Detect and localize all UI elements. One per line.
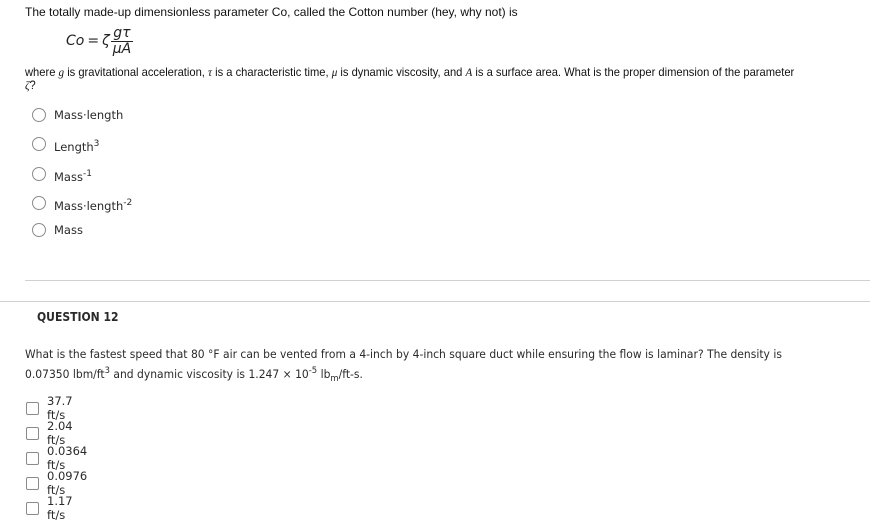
radio-option[interactable]: Mass·length bbox=[32, 108, 123, 122]
radio-button[interactable] bbox=[32, 167, 46, 181]
desc-text: is gravitational acceleration, bbox=[64, 65, 209, 79]
cotton-number-formula: Co = ζ gτ μA bbox=[66, 22, 134, 60]
unit-base: lb bbox=[317, 367, 331, 381]
radio-option[interactable]: Length 3 bbox=[32, 134, 99, 154]
formula-coefficient: ζ bbox=[102, 33, 110, 49]
option-label: 0.0364 ft/s bbox=[47, 444, 88, 472]
option-label: Length bbox=[54, 140, 94, 154]
radio-option[interactable]: Mass·length -2 bbox=[32, 193, 132, 213]
question-12-title: QUESTION 12 bbox=[37, 310, 119, 324]
radio-button[interactable] bbox=[32, 223, 46, 237]
option-label: Mass bbox=[54, 223, 83, 237]
radio-button[interactable] bbox=[32, 108, 46, 122]
checkbox[interactable] bbox=[26, 501, 39, 515]
option-label: 37.7 ft/s bbox=[47, 394, 73, 422]
option-exponent: 3 bbox=[93, 139, 100, 149]
radio-option[interactable]: Mass bbox=[32, 223, 83, 237]
desc-text: is dynamic viscosity, and bbox=[337, 65, 466, 79]
formula-lhs: Co bbox=[66, 33, 85, 49]
desc-text: where bbox=[25, 65, 59, 79]
option-label: 2.04 ft/s bbox=[47, 419, 73, 447]
desc-text: is a surface area. What is the proper di… bbox=[472, 65, 795, 79]
option-label: 1.17 ft/s bbox=[47, 494, 73, 522]
desc-text: ? bbox=[29, 78, 36, 92]
option-label: Mass bbox=[54, 170, 83, 184]
checkbox-option[interactable]: 0.0364 ft/s bbox=[26, 444, 87, 472]
checkbox[interactable] bbox=[26, 451, 39, 465]
viscosity-text: and dynamic viscosity is 1.247 × 10 bbox=[109, 367, 309, 381]
question-11-intro: The totally made-up dimensionless parame… bbox=[25, 5, 518, 19]
question-12-line-2: 0.07350 lbm/ft3 and dynamic viscosity is… bbox=[25, 363, 867, 388]
formula-numerator: gτ bbox=[113, 24, 131, 41]
question-12-text: What is the fastest speed that 80 °F air… bbox=[25, 346, 867, 388]
checkbox-option[interactable]: 2.04 ft/s bbox=[26, 419, 73, 447]
checkbox[interactable] bbox=[26, 476, 39, 490]
checkbox-option[interactable]: 37.7 ft/s bbox=[26, 394, 73, 422]
question-divider bbox=[0, 301, 870, 302]
option-label: 0.0976 ft/s bbox=[47, 469, 88, 497]
option-label: Mass·length bbox=[54, 199, 124, 213]
checkbox[interactable] bbox=[26, 426, 39, 440]
radio-button[interactable] bbox=[32, 137, 46, 151]
checkbox-option[interactable]: 0.0976 ft/s bbox=[26, 469, 87, 497]
option-exponent: -1 bbox=[82, 169, 92, 179]
option-exponent: -2 bbox=[123, 198, 133, 208]
density-value: 0.07350 lbm/ft bbox=[25, 367, 105, 381]
checkbox[interactable] bbox=[26, 401, 39, 415]
answer-divider bbox=[25, 280, 870, 281]
unit-tail: /ft-s. bbox=[338, 367, 363, 381]
checkbox-option[interactable]: 1.17 ft/s bbox=[26, 494, 73, 522]
radio-button[interactable] bbox=[32, 196, 46, 210]
question-12-line-1: What is the fastest speed that 80 °F air… bbox=[25, 347, 782, 361]
radio-option[interactable]: Mass -1 bbox=[32, 164, 92, 184]
symbol-a: A bbox=[465, 65, 473, 79]
formula-fraction: gτ μA bbox=[110, 24, 134, 57]
desc-text: is a characteristic time, bbox=[212, 65, 332, 79]
formula-denominator: μA bbox=[112, 40, 132, 57]
question-11-description: where g is gravitational acceleration, τ… bbox=[25, 66, 806, 92]
option-label: Mass·length bbox=[54, 108, 124, 122]
formula-equals: = bbox=[87, 33, 100, 49]
